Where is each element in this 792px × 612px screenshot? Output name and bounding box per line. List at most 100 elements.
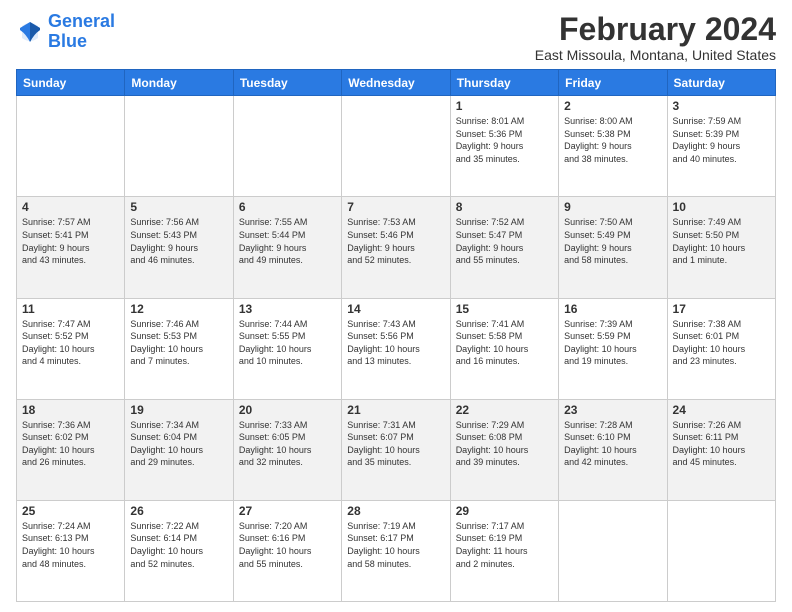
calendar-cell: 19Sunrise: 7:34 AMSunset: 6:04 PMDayligh… bbox=[125, 399, 233, 500]
day-details: Sunrise: 7:19 AMSunset: 6:17 PMDaylight:… bbox=[347, 520, 444, 570]
calendar-cell: 8Sunrise: 7:52 AMSunset: 5:47 PMDaylight… bbox=[450, 197, 558, 298]
logo-line2: Blue bbox=[48, 31, 87, 51]
calendar-cell bbox=[667, 500, 775, 601]
day-details: Sunrise: 7:29 AMSunset: 6:08 PMDaylight:… bbox=[456, 419, 553, 469]
day-number: 15 bbox=[456, 302, 553, 316]
calendar-cell: 13 Sunrise: 7:44 AMSunset: 5:55 PMDayligh… bbox=[233, 298, 341, 399]
day-number: 10 bbox=[673, 200, 770, 214]
header-tuesday: Tuesday bbox=[233, 70, 341, 96]
calendar-cell: 20Sunrise: 7:33 AMSunset: 6:05 PMDayligh… bbox=[233, 399, 341, 500]
calendar-cell: 1 Sunrise: 8:01 AMSunset: 5:36 PMDaylight… bbox=[450, 96, 558, 197]
day-details: Sunrise: 7:28 AMSunset: 6:10 PMDaylight:… bbox=[564, 419, 661, 469]
calendar-cell bbox=[125, 96, 233, 197]
calendar-table: Sunday Monday Tuesday Wednesday Thursday… bbox=[16, 69, 776, 602]
day-number: 16 bbox=[564, 302, 661, 316]
header-sunday: Sunday bbox=[17, 70, 125, 96]
day-details: Sunrise: 7:31 AMSunset: 6:07 PMDaylight:… bbox=[347, 419, 444, 469]
calendar-cell: 26Sunrise: 7:22 AMSunset: 6:14 PMDayligh… bbox=[125, 500, 233, 601]
day-number: 21 bbox=[347, 403, 444, 417]
day-details: Sunrise: 7:55 AMSunset: 5:44 PMDaylight:… bbox=[239, 216, 336, 266]
day-number: 9 bbox=[564, 200, 661, 214]
calendar-header-row: Sunday Monday Tuesday Wednesday Thursday… bbox=[17, 70, 776, 96]
logo-text: General Blue bbox=[48, 12, 115, 52]
calendar-cell: 16 Sunrise: 7:39 AMSunset: 5:59 PMDayligh… bbox=[559, 298, 667, 399]
calendar-cell bbox=[559, 500, 667, 601]
calendar-cell bbox=[233, 96, 341, 197]
calendar-cell: 14 Sunrise: 7:43 AMSunset: 5:56 PMDayligh… bbox=[342, 298, 450, 399]
calendar-cell: 28 Sunrise: 7:19 AMSunset: 6:17 PMDayligh… bbox=[342, 500, 450, 601]
day-number: 25 bbox=[22, 504, 119, 518]
day-details: Sunrise: 7:59 AMSunset: 5:39 PMDaylight:… bbox=[673, 115, 770, 165]
day-number: 7 bbox=[347, 200, 444, 214]
logo-line1: General bbox=[48, 11, 115, 31]
day-number: 27 bbox=[239, 504, 336, 518]
day-number: 4 bbox=[22, 200, 119, 214]
main-title: February 2024 bbox=[535, 12, 776, 47]
calendar-cell: 15 Sunrise: 7:41 AMSunset: 5:58 PMDayligh… bbox=[450, 298, 558, 399]
day-number: 2 bbox=[564, 99, 661, 113]
day-details: Sunrise: 7:41 AMSunset: 5:58 PMDaylight:… bbox=[456, 318, 553, 368]
calendar-cell: 29 Sunrise: 7:17 AMSunset: 6:19 PMDayligh… bbox=[450, 500, 558, 601]
day-details: Sunrise: 7:20 AMSunset: 6:16 PMDaylight:… bbox=[239, 520, 336, 570]
calendar-cell: 25 Sunrise: 7:24 AMSunset: 6:13 PMDayligh… bbox=[17, 500, 125, 601]
day-number: 17 bbox=[673, 302, 770, 316]
day-details: Sunrise: 7:53 AMSunset: 5:46 PMDaylight:… bbox=[347, 216, 444, 266]
calendar-cell: 18Sunrise: 7:36 AMSunset: 6:02 PMDayligh… bbox=[17, 399, 125, 500]
day-details: Sunrise: 7:36 AMSunset: 6:02 PMDaylight:… bbox=[22, 419, 119, 469]
day-number: 22 bbox=[456, 403, 553, 417]
calendar-cell: 22 Sunrise: 7:29 AMSunset: 6:08 PMDayligh… bbox=[450, 399, 558, 500]
day-details: Sunrise: 7:24 AMSunset: 6:13 PMDaylight:… bbox=[22, 520, 119, 570]
calendar-cell: 10 Sunrise: 7:49 AMSunset: 5:50 PMDayligh… bbox=[667, 197, 775, 298]
day-details: Sunrise: 7:44 AMSunset: 5:55 PMDaylight:… bbox=[239, 318, 336, 368]
day-number: 20 bbox=[239, 403, 336, 417]
calendar-cell: 3 Sunrise: 7:59 AMSunset: 5:39 PMDaylight… bbox=[667, 96, 775, 197]
day-details: Sunrise: 7:38 AMSunset: 6:01 PMDaylight:… bbox=[673, 318, 770, 368]
day-details: Sunrise: 7:56 AMSunset: 5:43 PMDaylight:… bbox=[130, 216, 227, 266]
calendar-cell: 9Sunrise: 7:50 AMSunset: 5:49 PMDaylight… bbox=[559, 197, 667, 298]
day-details: Sunrise: 8:01 AMSunset: 5:36 PMDaylight:… bbox=[456, 115, 553, 165]
day-number: 24 bbox=[673, 403, 770, 417]
day-number: 5 bbox=[130, 200, 227, 214]
day-number: 11 bbox=[22, 302, 119, 316]
calendar-cell: 7 Sunrise: 7:53 AMSunset: 5:46 PMDaylight… bbox=[342, 197, 450, 298]
day-number: 28 bbox=[347, 504, 444, 518]
calendar-cell: 5 Sunrise: 7:56 AMSunset: 5:43 PMDaylight… bbox=[125, 197, 233, 298]
calendar-cell: 24 Sunrise: 7:26 AMSunset: 6:11 PMDayligh… bbox=[667, 399, 775, 500]
day-number: 1 bbox=[456, 99, 553, 113]
day-number: 13 bbox=[239, 302, 336, 316]
day-number: 23 bbox=[564, 403, 661, 417]
header-monday: Monday bbox=[125, 70, 233, 96]
day-details: Sunrise: 7:26 AMSunset: 6:11 PMDaylight:… bbox=[673, 419, 770, 469]
calendar-cell: 11 Sunrise: 7:47 AMSunset: 5:52 PMDayligh… bbox=[17, 298, 125, 399]
calendar-week-5: 25 Sunrise: 7:24 AMSunset: 6:13 PMDayligh… bbox=[17, 500, 776, 601]
day-details: Sunrise: 7:17 AMSunset: 6:19 PMDaylight:… bbox=[456, 520, 553, 570]
day-number: 12 bbox=[130, 302, 227, 316]
day-details: Sunrise: 7:39 AMSunset: 5:59 PMDaylight:… bbox=[564, 318, 661, 368]
subtitle: East Missoula, Montana, United States bbox=[535, 47, 776, 63]
day-details: Sunrise: 7:34 AMSunset: 6:04 PMDaylight:… bbox=[130, 419, 227, 469]
calendar-cell: 27 Sunrise: 7:20 AMSunset: 6:16 PMDayligh… bbox=[233, 500, 341, 601]
calendar-cell: 12Sunrise: 7:46 AMSunset: 5:53 PMDayligh… bbox=[125, 298, 233, 399]
day-number: 29 bbox=[456, 504, 553, 518]
calendar-cell: 4 Sunrise: 7:57 AMSunset: 5:41 PMDaylight… bbox=[17, 197, 125, 298]
header: General Blue February 2024 East Missoula… bbox=[16, 12, 776, 63]
calendar-week-1: 1 Sunrise: 8:01 AMSunset: 5:36 PMDaylight… bbox=[17, 96, 776, 197]
day-details: Sunrise: 7:52 AMSunset: 5:47 PMDaylight:… bbox=[456, 216, 553, 266]
calendar-week-3: 11 Sunrise: 7:47 AMSunset: 5:52 PMDayligh… bbox=[17, 298, 776, 399]
header-friday: Friday bbox=[559, 70, 667, 96]
day-details: Sunrise: 7:22 AMSunset: 6:14 PMDaylight:… bbox=[130, 520, 227, 570]
logo-icon bbox=[16, 18, 44, 46]
calendar-cell: 23 Sunrise: 7:28 AMSunset: 6:10 PMDayligh… bbox=[559, 399, 667, 500]
day-details: Sunrise: 7:47 AMSunset: 5:52 PMDaylight:… bbox=[22, 318, 119, 368]
calendar-cell: 17 Sunrise: 7:38 AMSunset: 6:01 PMDayligh… bbox=[667, 298, 775, 399]
day-details: Sunrise: 7:49 AMSunset: 5:50 PMDaylight:… bbox=[673, 216, 770, 266]
page: General Blue February 2024 East Missoula… bbox=[0, 0, 792, 612]
calendar-cell: 21 Sunrise: 7:31 AMSunset: 6:07 PMDayligh… bbox=[342, 399, 450, 500]
day-number: 3 bbox=[673, 99, 770, 113]
calendar-cell bbox=[342, 96, 450, 197]
header-saturday: Saturday bbox=[667, 70, 775, 96]
header-thursday: Thursday bbox=[450, 70, 558, 96]
day-number: 14 bbox=[347, 302, 444, 316]
day-details: Sunrise: 7:57 AMSunset: 5:41 PMDaylight:… bbox=[22, 216, 119, 266]
day-details: Sunrise: 7:43 AMSunset: 5:56 PMDaylight:… bbox=[347, 318, 444, 368]
